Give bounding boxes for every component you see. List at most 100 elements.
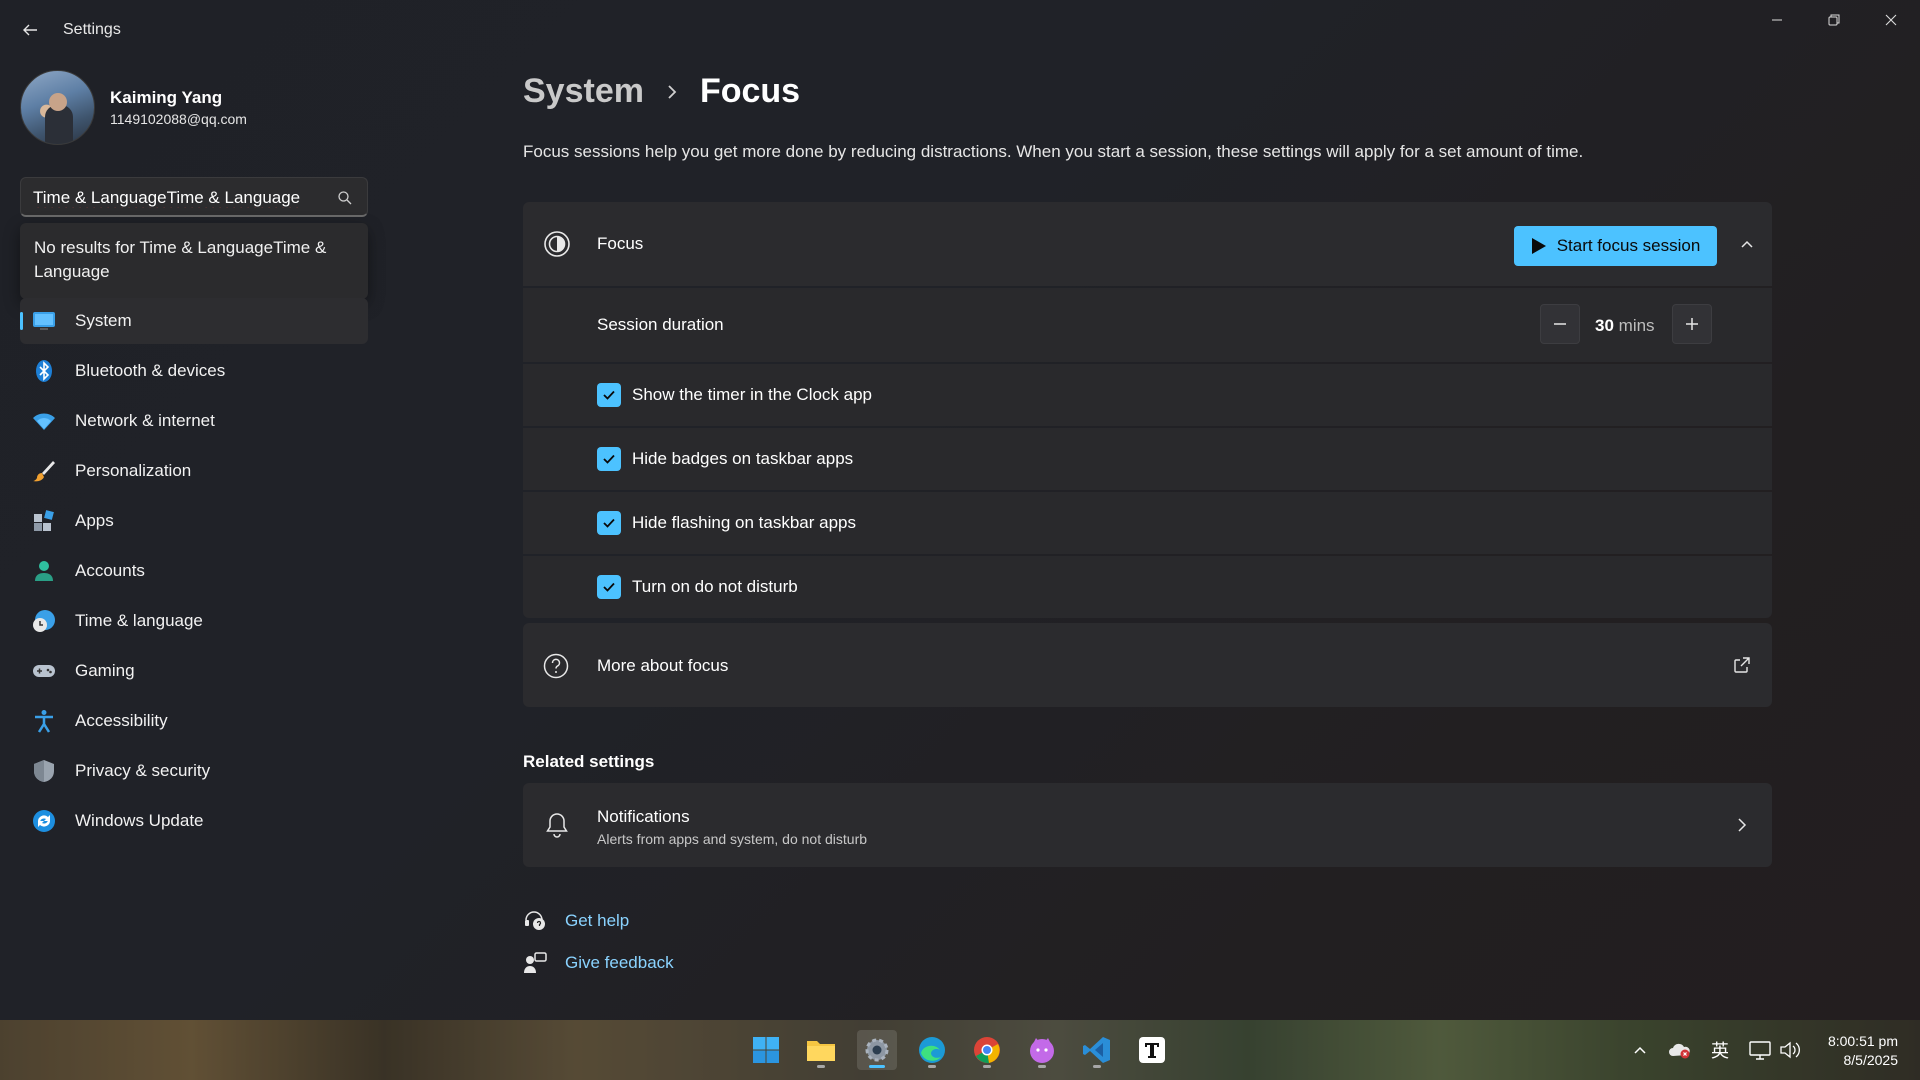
search-input[interactable]: Time & LanguageTime & Language [33,188,333,208]
give-feedback-label: Give feedback [565,953,674,972]
tray-ime[interactable]: 英 [1708,1038,1732,1062]
taskbar-vscode[interactable] [1077,1030,1117,1070]
sidebar-item-accessibility[interactable]: Accessibility [20,698,368,744]
back-button[interactable] [14,16,46,44]
sidebar-item-privacy[interactable]: Privacy & security [20,748,368,794]
gear-icon [865,1038,889,1062]
page-title: Focus [699,72,801,110]
focus-header[interactable]: Focus Start focus session [523,202,1772,286]
sidebar-item-label: Gaming [75,661,135,680]
volume-icon [1780,1041,1800,1059]
play-icon [1531,238,1546,254]
apps-icon [34,510,54,531]
taskbar-file-explorer[interactable] [801,1030,841,1070]
sidebar-item-label: Apps [75,511,114,530]
feedback-icon [524,952,547,973]
option-label: Hide badges on taskbar apps [632,449,854,468]
sidebar-item-label: Windows Update [75,811,204,830]
option-row-hide-badges: Hide badges on taskbar apps [523,428,1772,490]
taskbar-settings[interactable] [857,1030,897,1070]
taskbar-typora[interactable] [1132,1030,1172,1070]
windows-logo-icon [753,1037,779,1063]
search-box[interactable]: Time & LanguageTime & Language [20,177,368,217]
network-icon [1749,1041,1771,1060]
chrome-icon [974,1037,1000,1064]
title-bar: Settings [0,0,1920,60]
minimize-icon [1772,19,1782,21]
option-label: Turn on do not disturb [632,577,798,596]
restore-icon [1828,14,1840,26]
sidebar-nav: System Bluetooth & devices Network & int… [20,298,368,848]
close-icon [1885,14,1897,26]
sidebar-item-label: Bluetooth & devices [75,361,226,380]
checkmark-icon [603,390,615,400]
checkmark-icon [603,582,615,592]
checkbox-do-not-disturb[interactable] [597,575,621,599]
taskbar-cat-app[interactable] [1022,1030,1062,1070]
tray-volume[interactable] [1778,1038,1802,1062]
checkbox-hide-flashing[interactable] [597,511,621,535]
folder-icon [807,1041,835,1061]
checkbox-clock-timer[interactable] [597,383,621,407]
session-duration-label: Session duration [597,315,724,334]
settings-window: Settings Kaiming Yang 1149102088@qq.com … [0,0,1920,1020]
chevron-right-icon [1738,818,1747,832]
taskbar-clock[interactable]: 8:00:51 pm 8/5/2025 [1828,1032,1898,1070]
sidebar-item-label: Privacy & security [75,761,211,780]
sidebar-item-bluetooth[interactable]: Bluetooth & devices [20,348,368,394]
clock-time: 8:00:51 pm [1827,1033,1898,1049]
tray-onedrive[interactable] [1668,1038,1692,1062]
increase-duration-button[interactable] [1672,304,1712,344]
sidebar-item-time-language[interactable]: Time & language [20,598,368,644]
taskbar-edge[interactable] [912,1030,952,1070]
more-about-focus-label: More about focus [597,656,729,675]
back-arrow-icon [23,24,37,36]
decrease-duration-button[interactable] [1540,304,1580,344]
minus-icon [1554,323,1566,325]
checkbox-hide-badges[interactable] [597,447,621,471]
help-circle-icon [543,653,569,679]
sidebar-item-accounts[interactable]: Accounts [20,548,368,594]
get-help-icon [525,911,545,930]
session-duration-row: Session duration 30 mins [523,288,1772,362]
breadcrumb-parent[interactable]: System [523,72,644,111]
sidebar-item-label: Accessibility [75,711,168,730]
update-icon [33,810,55,832]
shield-icon [34,760,54,782]
app-title: Settings [63,21,121,38]
person-icon [35,561,53,581]
tray-overflow-button[interactable] [1628,1038,1652,1062]
give-feedback-link[interactable]: Give feedback [523,951,674,975]
breadcrumb: System Focus [523,72,800,111]
cat-app-icon [1030,1038,1054,1063]
sidebar-item-windows-update[interactable]: Windows Update [20,798,368,844]
sidebar-item-network[interactable]: Network & internet [20,398,368,444]
taskbar: 英 8:00:51 pm 8/5/2025 [0,1020,1920,1080]
start-focus-session-label: Start focus session [1556,236,1701,255]
gamepad-icon [33,665,55,677]
user-profile[interactable]: Kaiming Yang 1149102088@qq.com [20,70,360,146]
more-about-focus-link[interactable]: More about focus [523,623,1772,707]
tray-network[interactable] [1748,1038,1772,1062]
chevron-up-icon [1741,240,1753,248]
restore-button[interactable] [1806,0,1862,40]
search-icon[interactable] [337,190,353,206]
sidebar-item-label: Accounts [75,561,145,580]
sidebar-item-label: Personalization [75,461,192,480]
sidebar-item-apps[interactable]: Apps [20,498,368,544]
close-button[interactable] [1863,0,1919,40]
taskbar-start-button[interactable] [746,1030,786,1070]
taskbar-chrome[interactable] [967,1030,1007,1070]
chevron-up-icon [1634,1046,1646,1054]
collapse-button[interactable] [1733,230,1761,258]
sidebar-item-system[interactable]: System [20,298,368,344]
get-help-link[interactable]: Get help [523,909,629,933]
minimize-button[interactable] [1749,0,1805,40]
sidebar-item-personalization[interactable]: Personalization [20,448,368,494]
plus-icon [1686,318,1698,330]
start-focus-session-button[interactable]: Start focus session [1514,226,1717,266]
notifications-link[interactable]: Notifications Alerts from apps and syste… [523,783,1772,867]
get-help-label: Get help [565,911,630,930]
sidebar-item-gaming[interactable]: Gaming [20,648,368,694]
sidebar-item-label: Network & internet [75,411,215,430]
